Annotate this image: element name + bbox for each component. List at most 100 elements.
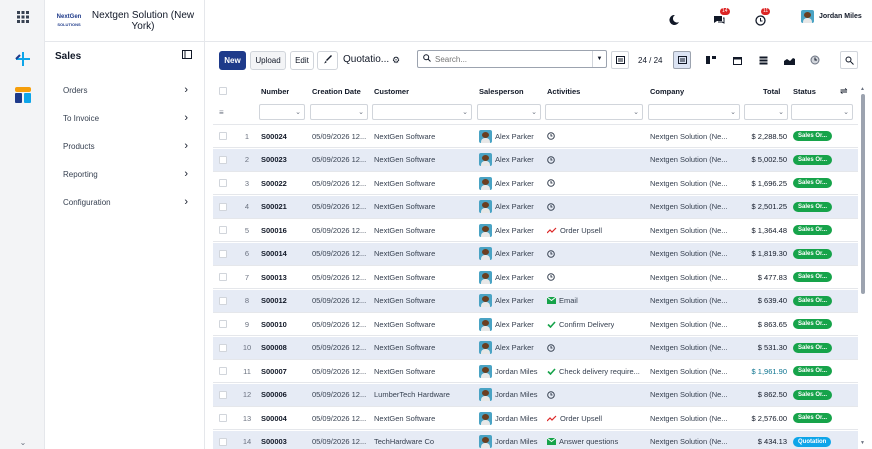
search-dropdown-toggle[interactable]: ▼ xyxy=(592,51,606,67)
table-row[interactable]: 4 S00021 05/09/2026 12... NextGen Software A… xyxy=(213,195,858,219)
company-name[interactable]: Nextgen Solution (New York) xyxy=(90,10,196,32)
brush-button[interactable] xyxy=(317,51,338,70)
salesperson[interactable]: Alex Parker xyxy=(479,149,534,171)
table-row[interactable]: 12 S00006 05/09/2026 12... LumberTech Hardw… xyxy=(213,383,858,407)
col-company[interactable]: Company xyxy=(650,79,684,103)
scroll-up-icon[interactable]: ▲ xyxy=(860,86,865,92)
col-salesperson[interactable]: Salesperson xyxy=(479,79,524,103)
salesperson[interactable]: Alex Parker xyxy=(479,172,534,194)
col-status[interactable]: Status xyxy=(793,79,816,103)
scroll-down-icon[interactable]: ▼ xyxy=(860,440,865,446)
salesperson[interactable]: Alex Parker xyxy=(479,266,534,288)
row-checkbox[interactable] xyxy=(219,360,227,382)
user-menu[interactable]: Jordan Miles xyxy=(801,10,862,23)
salesperson[interactable]: Jordan Miles xyxy=(479,360,538,382)
activity-cell[interactable]: Order Upsell xyxy=(547,219,602,241)
table-row[interactable]: 7 S00013 05/09/2026 12... NextGen Software A… xyxy=(213,266,858,289)
pivot-view-button[interactable] xyxy=(754,51,772,69)
activity-cell[interactable]: Confirm Delivery xyxy=(547,313,614,335)
salesperson[interactable]: Jordan Miles xyxy=(479,384,538,406)
search-box[interactable]: ▼ xyxy=(417,50,607,68)
search-input[interactable] xyxy=(435,54,587,64)
row-checkbox[interactable] xyxy=(219,219,227,241)
col-customer[interactable]: Customer xyxy=(374,79,409,103)
filter-toggle-button[interactable] xyxy=(611,51,629,69)
row-checkbox[interactable] xyxy=(219,337,227,359)
salesperson[interactable]: Alex Parker xyxy=(479,219,534,241)
chat-icon[interactable]: 14 xyxy=(710,8,730,29)
filter-customer[interactable]: ⌄ xyxy=(372,104,472,120)
activity-cell[interactable] xyxy=(547,196,558,218)
row-checkbox[interactable] xyxy=(219,384,227,406)
activity-cell[interactable] xyxy=(547,149,558,171)
activity-cell[interactable]: Order Upsell xyxy=(547,407,602,429)
apps-grid-icon[interactable] xyxy=(8,4,38,30)
zoom-button[interactable] xyxy=(840,51,858,69)
activity-view-button[interactable] xyxy=(806,51,824,69)
activity-cell[interactable] xyxy=(547,243,558,265)
salesperson[interactable]: Alex Parker xyxy=(479,125,534,147)
table-row[interactable]: 6 S00014 05/09/2026 12... NextGen Software A… xyxy=(213,242,858,266)
table-row[interactable]: 11 S00007 05/09/2026 12... NextGen Software… xyxy=(213,360,858,383)
filter-activities[interactable]: ⌄ xyxy=(545,104,643,120)
activity-cell[interactable] xyxy=(547,266,558,288)
scrollbar-thumb[interactable] xyxy=(861,94,865,294)
sidebar-item-configuration[interactable]: Configuration › xyxy=(45,188,204,216)
sidebar-toggle-icon[interactable] xyxy=(182,50,192,62)
filter-status[interactable]: ⌄ xyxy=(791,104,853,120)
calendar-view-button[interactable] xyxy=(728,51,746,69)
col-activities[interactable]: Activities xyxy=(547,79,580,103)
pager[interactable]: 24 / 24 xyxy=(638,56,662,65)
dark-mode-icon[interactable] xyxy=(667,11,681,29)
activity-cell[interactable] xyxy=(547,337,558,359)
row-checkbox[interactable] xyxy=(219,266,227,288)
activity-cell[interactable]: Email xyxy=(547,290,578,312)
table-row[interactable]: 9 S00010 05/09/2026 12... NextGen Software A… xyxy=(213,313,858,336)
activity-cell[interactable]: Answer questions xyxy=(547,431,618,449)
table-row[interactable]: 13 S00004 05/09/2026 12... NextGen Software… xyxy=(213,407,858,430)
row-checkbox[interactable] xyxy=(219,313,227,335)
sidebar-item-to-invoice[interactable]: To Invoice › xyxy=(45,104,204,132)
salesperson[interactable]: Jordan Miles xyxy=(479,431,538,449)
row-checkbox[interactable] xyxy=(219,196,227,218)
row-checkbox[interactable] xyxy=(219,172,227,194)
row-checkbox[interactable] xyxy=(219,431,227,449)
row-checkbox[interactable] xyxy=(219,290,227,312)
table-row[interactable]: 2 S00023 05/09/2026 12... NextGen Software A… xyxy=(213,148,858,172)
table-row[interactable]: 8 S00012 05/09/2026 12... NextGen Software A… xyxy=(213,289,858,313)
row-checkbox[interactable] xyxy=(219,407,227,429)
optional-columns-icon[interactable]: ⇌ xyxy=(840,79,848,103)
col-creation-date[interactable]: Creation Date xyxy=(312,79,361,103)
salesperson[interactable]: Alex Parker xyxy=(479,290,534,312)
row-checkbox[interactable] xyxy=(219,125,227,147)
activity-cell[interactable] xyxy=(547,384,558,406)
row-checkbox[interactable] xyxy=(219,243,227,265)
filter-creation-date[interactable]: ⌄ xyxy=(310,104,368,120)
list-view-button[interactable] xyxy=(673,51,691,69)
chevron-down-icon[interactable]: ⌄ xyxy=(8,436,38,448)
salesperson[interactable]: Alex Parker xyxy=(479,243,534,265)
edit-button[interactable]: Edit xyxy=(290,51,314,70)
activity-cell[interactable] xyxy=(547,125,558,147)
col-number[interactable]: Number xyxy=(261,79,289,103)
upload-button[interactable]: Upload xyxy=(250,51,286,70)
activity-cell[interactable] xyxy=(547,172,558,194)
filter-salesperson[interactable]: ⌄ xyxy=(477,104,541,120)
filter-company[interactable]: ⌄ xyxy=(648,104,740,120)
table-row[interactable]: 5 S00016 05/09/2026 12... NextGen Software A… xyxy=(213,219,858,242)
table-row[interactable]: 3 S00022 05/09/2026 12... NextGen Software A… xyxy=(213,172,858,195)
filter-icon[interactable]: ≡ xyxy=(219,101,224,124)
table-row[interactable]: 14 S00003 05/09/2026 12... TechHardware Co J… xyxy=(213,430,858,449)
select-all-checkbox[interactable] xyxy=(219,79,227,103)
table-row[interactable]: 10 S00008 05/09/2026 12... NextGen Software… xyxy=(213,336,858,360)
row-checkbox[interactable] xyxy=(219,149,227,171)
graph-view-button[interactable] xyxy=(780,51,798,69)
salesperson[interactable]: Alex Parker xyxy=(479,337,534,359)
filter-total[interactable]: ⌄ xyxy=(744,104,788,120)
vertical-scrollbar[interactable]: ▲ ▼ xyxy=(860,86,866,446)
salesperson[interactable]: Jordan Miles xyxy=(479,407,538,429)
activity-cell[interactable]: Check delivery require... xyxy=(547,360,640,382)
activity-clock-icon[interactable]: 11 xyxy=(751,8,771,29)
salesperson[interactable]: Alex Parker xyxy=(479,313,534,335)
table-row[interactable]: 1 S00024 05/09/2026 12... NextGen Software A… xyxy=(213,125,858,148)
